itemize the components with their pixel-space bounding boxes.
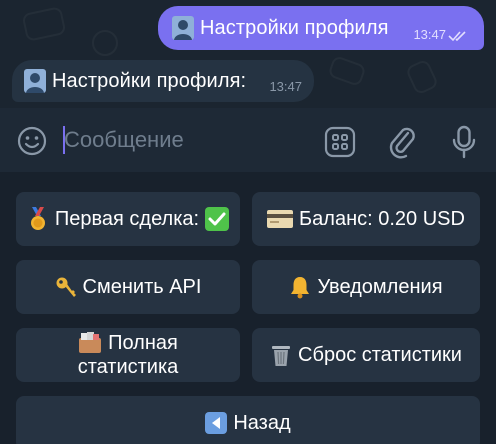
change-api-label: Сменить API [82,276,202,298]
background-doodle [327,54,367,88]
background-doodle [92,30,118,56]
bell-icon [291,277,310,299]
outgoing-message-text: Настройки профиля [200,17,389,39]
back-arrow-icon [205,412,228,434]
inline-keyboard: Первая сделка: Баланс: 0.20 USD Сменить … [0,172,496,444]
balance-label: Баланс: 0.20 USD [299,208,465,230]
medal-icon [30,207,45,230]
message-input-bar [0,108,496,172]
first-deal-button[interactable]: Первая сделка: [16,192,240,246]
person-silhouette-icon [172,16,194,40]
reset-statistics-label: Сброс статистики [298,344,462,366]
check-box-icon [205,207,230,231]
notifications-button[interactable]: Уведомления [252,260,480,314]
grid-icon[interactable] [324,126,356,158]
full-statistics-label: Полная статистика [77,331,179,379]
reset-statistics-button[interactable]: Сброс статистики [252,328,480,382]
incoming-message[interactable]: Настройки профиля: 13:47 [12,60,314,102]
outgoing-message[interactable]: Настройки профиля 13:47 [158,6,484,50]
full-statistics-button[interactable]: Полная статистика [16,328,240,382]
back-button[interactable]: Назад [16,396,480,444]
trash-icon [272,346,291,366]
card-box-icon [79,332,102,353]
notifications-label: Уведомления [317,276,443,298]
message-input[interactable] [64,122,304,158]
change-api-button[interactable]: Сменить API [16,260,240,314]
smile-icon[interactable] [16,125,48,157]
incoming-message-time: 13:47 [269,79,302,94]
background-doodle [404,58,440,96]
paperclip-icon[interactable] [386,124,418,160]
balance-button[interactable]: Баланс: 0.20 USD [252,192,480,246]
back-label: Назад [233,412,291,434]
person-silhouette-icon [24,69,46,93]
microphone-icon[interactable] [450,124,478,160]
read-double-check-icon [448,31,466,42]
first-deal-label: Первая сделка: [54,208,200,230]
full-statistics-label-line1: Полная [108,332,178,354]
background-doodle [21,6,67,42]
incoming-message-text: Настройки профиля: [52,70,247,92]
outgoing-message-time: 13:47 [413,27,446,42]
key-icon [56,277,76,297]
chat-area: Настройки профиля 13:47 Настройки профил… [0,0,496,108]
credit-card-icon [267,210,294,228]
full-statistics-label-line2: статистика [77,356,179,378]
